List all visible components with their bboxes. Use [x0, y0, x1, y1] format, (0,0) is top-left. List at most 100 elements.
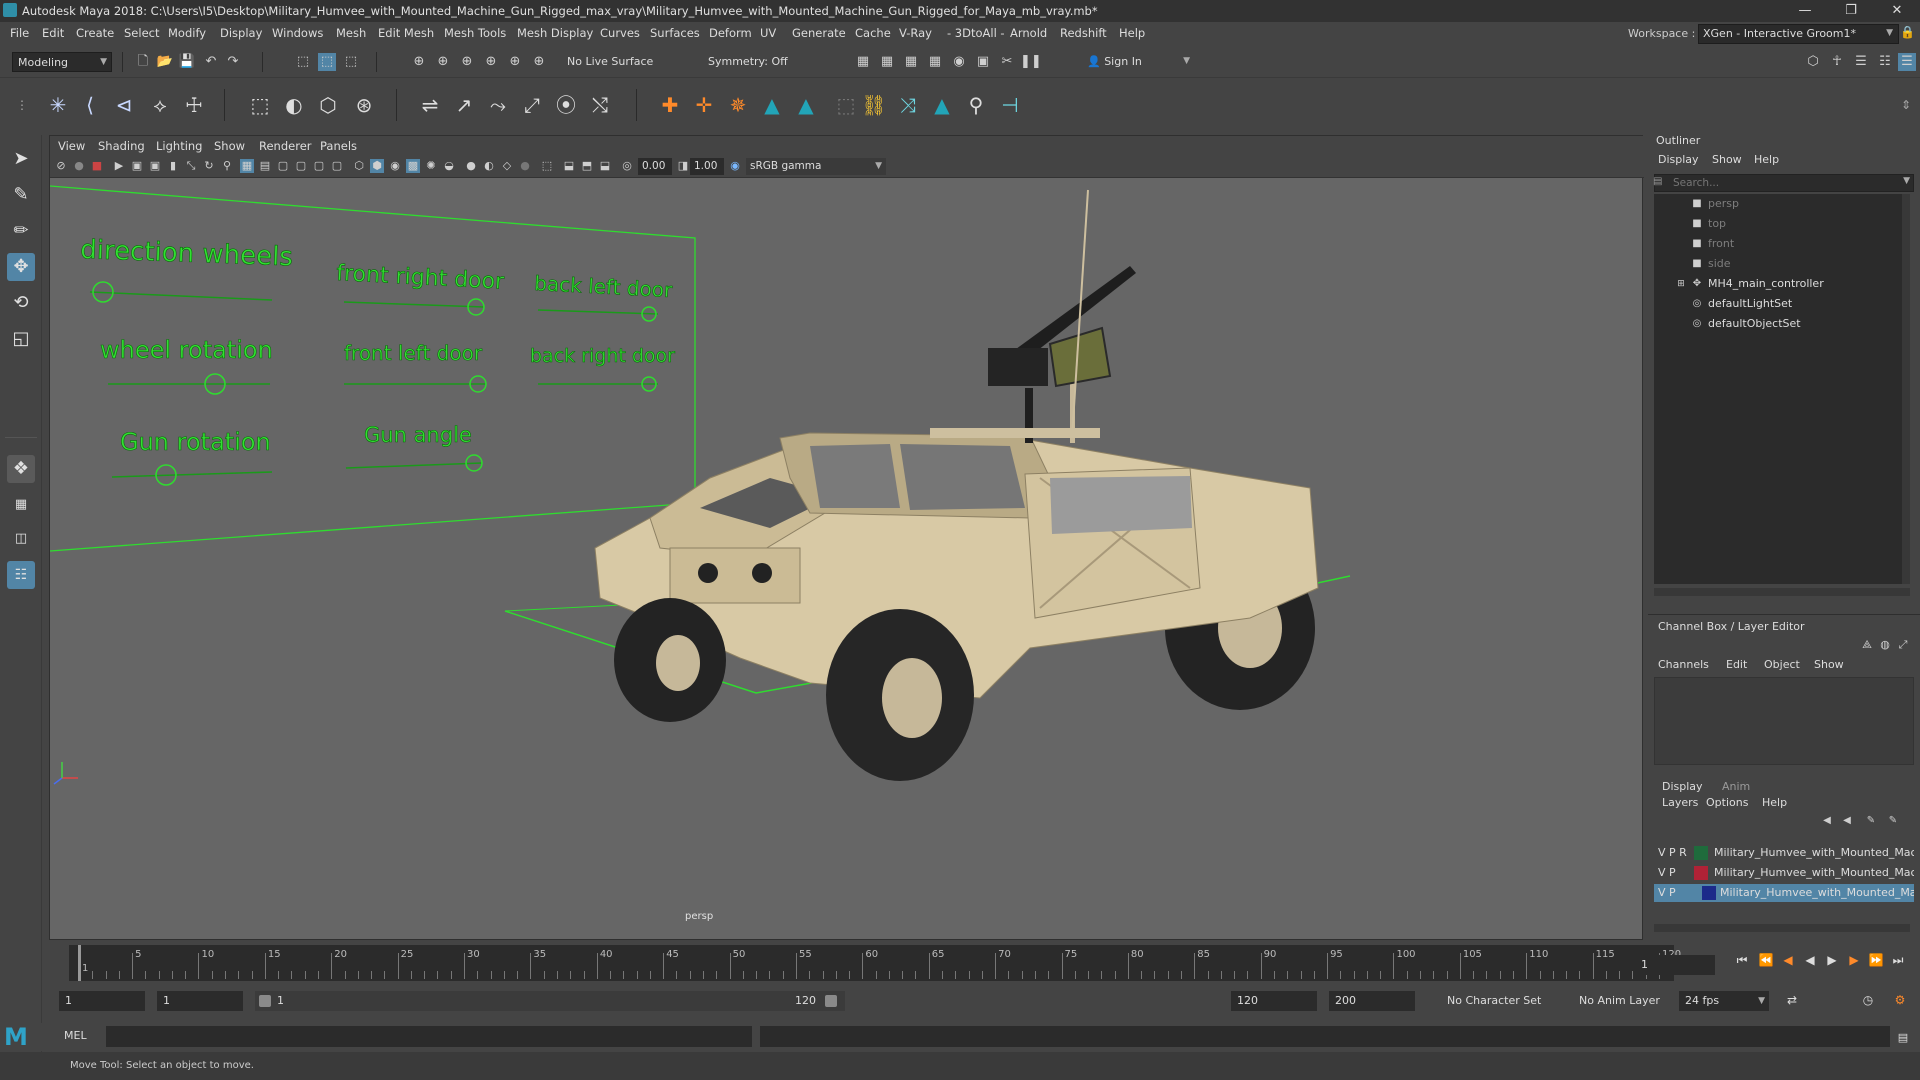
film-gate-icon[interactable]: ⤡ — [184, 159, 198, 173]
layer-tab-anim[interactable]: Anim — [1722, 780, 1750, 793]
layer-tab-display[interactable]: Display — [1662, 780, 1703, 793]
layout-two-icon[interactable]: ◫ — [7, 525, 35, 553]
camera-attr-icon[interactable]: ● — [72, 159, 86, 173]
slider-direction-wheels[interactable]: direction wheels — [79, 235, 294, 303]
lock-icon[interactable]: 🔒 — [1900, 25, 1915, 41]
menu-generate[interactable]: Generate — [792, 26, 846, 40]
sign-in-button[interactable]: 👤 Sign In ▼ — [1082, 52, 1194, 72]
grid-icon[interactable]: ▮ — [166, 159, 180, 173]
image-plane-icon[interactable]: ▶ — [112, 159, 126, 173]
snap-surface-icon[interactable]: ⊕ — [506, 53, 524, 71]
layer-menu-options[interactable]: Options — [1706, 796, 1748, 809]
scale-tool-icon[interactable]: ◱ — [7, 325, 35, 353]
layout-four-icon[interactable]: ▦ — [7, 491, 35, 519]
layer-row[interactable]: V P Military_Humvee_with_Mounted_Mac — [1654, 884, 1914, 902]
select-camera-icon[interactable]: ⊘ — [54, 159, 68, 173]
end-frame-field[interactable]: 200 — [1329, 991, 1415, 1011]
layer-hscrollbar[interactable] — [1654, 924, 1910, 932]
outliner-item-mh4-main-controller[interactable]: ⊞ ✥ MH4_main_controller — [1654, 274, 1904, 294]
pause-viewport-icon[interactable]: ❚❚ — [1020, 53, 1042, 71]
menu-deform[interactable]: Deform — [709, 26, 752, 40]
menu-mesh[interactable]: Mesh — [336, 26, 366, 40]
snap-vertex-icon[interactable]: ⊕ — [530, 53, 548, 71]
textured-icon[interactable]: ▩ — [406, 159, 420, 173]
cluster-icon[interactable]: ✛ — [690, 91, 718, 119]
anim-prefs-icon[interactable]: ⚙ — [1891, 991, 1909, 1009]
step-forward-frame-icon[interactable]: ▶ — [1845, 951, 1863, 969]
dof-icon[interactable]: ● — [518, 159, 532, 173]
rotate-tool-icon[interactable]: ⟲ — [7, 289, 35, 317]
layer-row[interactable]: V P Military_Humvee_with_Mounted_Mach — [1654, 864, 1914, 882]
menu-select[interactable]: Select — [124, 26, 159, 40]
ipr-render-icon[interactable]: ▦ — [902, 53, 920, 71]
ao-icon[interactable]: ● — [464, 159, 478, 173]
fps-select[interactable]: 24 fps ▼ — [1679, 991, 1769, 1011]
layer-color-swatch[interactable] — [1694, 866, 1708, 880]
menu-help[interactable]: Help — [1119, 26, 1145, 40]
light-editor-icon[interactable]: ✂ — [998, 53, 1016, 71]
set-driven-key-icon[interactable]: ✵ — [724, 91, 752, 119]
attribute-editor-icon[interactable]: ☰ — [1852, 53, 1870, 71]
snap-point-icon[interactable]: ⊕ — [458, 53, 476, 71]
step-back-frame-icon[interactable]: ◀ — [1779, 951, 1797, 969]
menu-uv[interactable]: UV — [760, 26, 776, 40]
render-settings-icon[interactable]: ▦ — [926, 53, 944, 71]
select-by-component-icon[interactable]: ⬚ — [342, 53, 360, 71]
layer-flags[interactable]: V P R — [1658, 844, 1687, 862]
outliner-menu-display[interactable]: Display — [1658, 153, 1699, 166]
wireframe-shaded-icon[interactable]: ⬡ — [352, 159, 366, 173]
layer-menu-help[interactable]: Help — [1762, 796, 1787, 809]
snap-view-icon[interactable]: ⊕ — [482, 53, 500, 71]
redo-icon[interactable]: ↷ — [224, 53, 242, 71]
outliner-menu-show[interactable]: Show — [1712, 153, 1742, 166]
hik-icon-2[interactable]: ▲ — [792, 91, 820, 119]
locator-icon[interactable]: ✚ — [656, 91, 684, 119]
start-frame-field[interactable]: 1 — [59, 991, 145, 1011]
constraint-point-icon[interactable]: ↗ — [450, 91, 478, 119]
layer-move-up-icon[interactable]: ◀ — [1818, 812, 1836, 830]
shelf-scroll-icon[interactable]: ⇕ — [1892, 91, 1920, 119]
hik-icon-1[interactable]: ▲ — [758, 91, 786, 119]
play-backward-icon[interactable]: ◀ — [1801, 951, 1819, 969]
minimize-button[interactable]: — — [1782, 0, 1828, 22]
auto-key-icon[interactable]: ◷ — [1859, 991, 1877, 1009]
gamma-field[interactable]: 1.00 — [690, 158, 724, 175]
quick-rig-icon[interactable]: ☩ — [180, 91, 208, 119]
workspace-select[interactable]: XGen - Interactive Groom1* ▼ — [1698, 24, 1899, 44]
outliner-item-top[interactable]: ■ top — [1654, 214, 1904, 234]
render-view-icon[interactable]: ▦ — [854, 53, 872, 71]
isolate-icon[interactable]: ▢ — [330, 159, 344, 173]
character-set-select[interactable]: No Character Set — [1441, 991, 1559, 1011]
channel-box-toggle-icon[interactable]: ☰ — [1898, 53, 1916, 71]
outliner-list[interactable]: ■ persp ■ top ■ front ■ side ⊞ ✥ MH4_main_cont… — [1654, 194, 1910, 584]
select-tool-icon[interactable]: ➤ — [7, 145, 35, 173]
range-end-handle[interactable] — [825, 995, 837, 1007]
outliner-hscrollbar[interactable] — [1654, 588, 1910, 596]
menu-cache[interactable]: Cache — [855, 26, 891, 40]
layer-row[interactable]: V P R Military_Humvee_with_Mounted_Mach — [1654, 844, 1914, 862]
current-frame-field[interactable]: 1 — [1635, 955, 1715, 975]
new-layer-icon[interactable]: ✎ — [1862, 812, 1880, 830]
backface-icon[interactable]: ⬓ — [598, 159, 612, 173]
xray-active-icon[interactable]: ⬒ — [580, 159, 594, 173]
new-layer-selected-icon[interactable]: ✎ — [1884, 812, 1902, 830]
layer-color-swatch[interactable] — [1702, 886, 1716, 900]
channelbox-icon-3[interactable]: ⤢ — [1894, 636, 1912, 654]
outliner-search-input[interactable] — [1669, 175, 1903, 191]
safe-action-icon[interactable]: ▢ — [294, 159, 308, 173]
shadows-icon[interactable]: ◒ — [442, 159, 456, 173]
menu-redshift[interactable]: Redshift — [1060, 26, 1107, 40]
shaded-icon[interactable]: ⬢ — [370, 159, 384, 173]
playback-end-field[interactable]: 120 — [1231, 991, 1317, 1011]
outliner-item-persp[interactable]: ■ persp — [1654, 194, 1904, 214]
wireframe-icon[interactable]: ▦ — [240, 159, 254, 173]
slider-wheel-rotation[interactable]: wheel rotation — [100, 336, 273, 395]
render-setup-icon[interactable]: ▣ — [974, 53, 992, 71]
outliner-search[interactable]: ▤ ▼ — [1653, 174, 1914, 192]
layer-move-down-icon[interactable]: ◀ — [1838, 812, 1856, 830]
symmetry-field[interactable]: Symmetry: Off — [703, 52, 803, 72]
menu-mesh-tools[interactable]: Mesh Tools — [444, 26, 506, 40]
pin-icon[interactable]: ⚲ — [962, 91, 990, 119]
vp-menu-renderer[interactable]: Renderer — [259, 139, 312, 153]
maximize-button[interactable]: ❐ — [1828, 0, 1874, 22]
